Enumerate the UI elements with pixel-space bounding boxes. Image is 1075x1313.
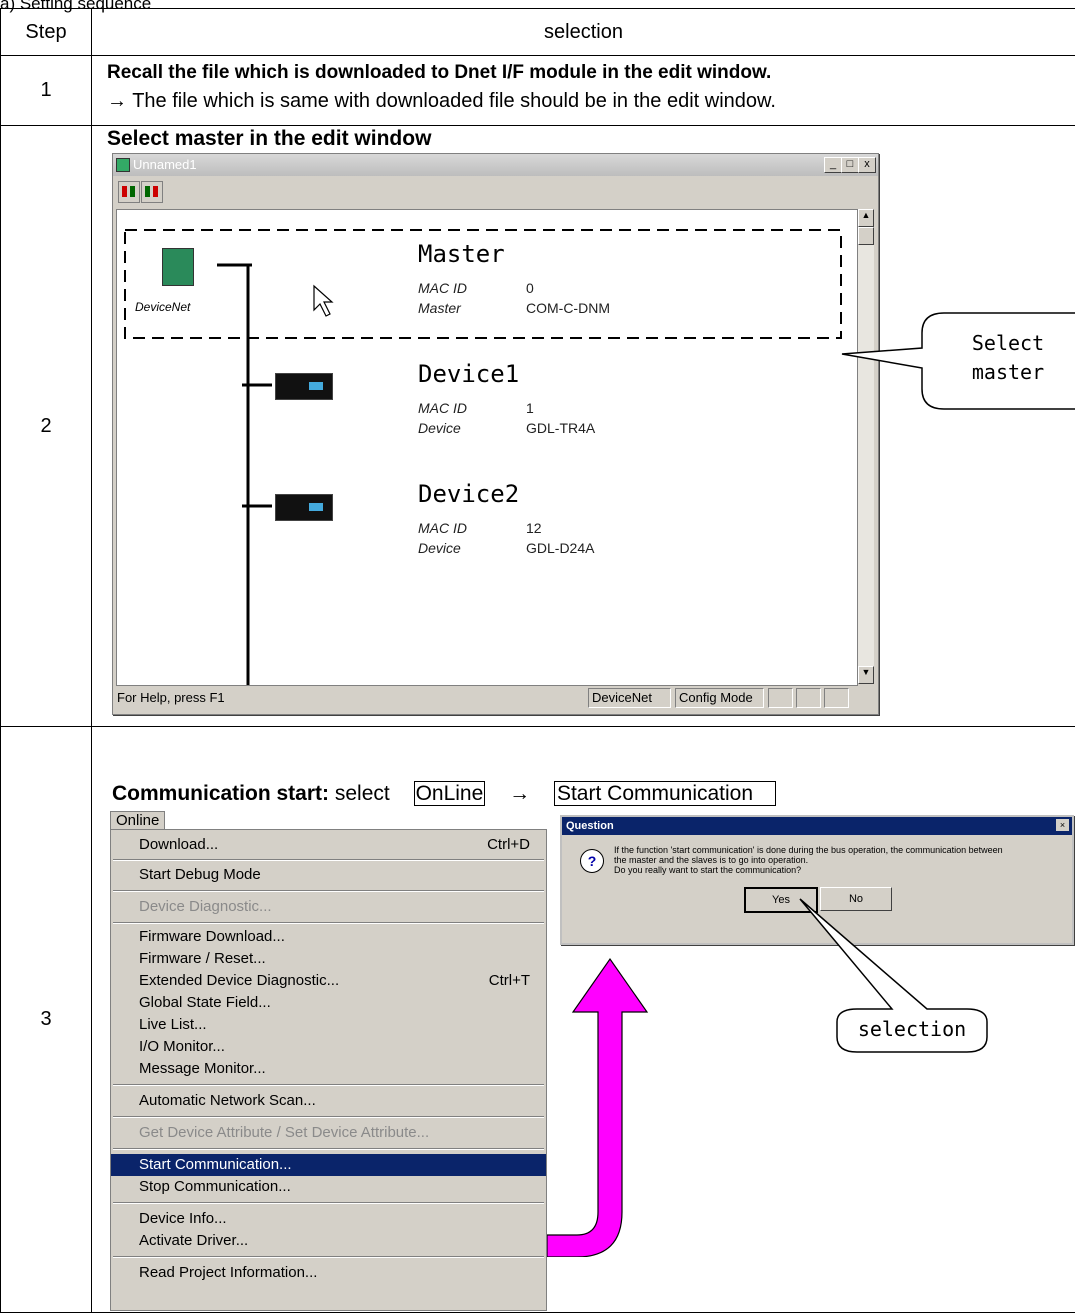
table-row: 3 Communication start: select OnLine → S…: [1, 727, 1075, 1313]
menu-item-start-communication[interactable]: Start Communication...: [111, 1154, 546, 1176]
toolbar-download-icon[interactable]: [141, 181, 163, 203]
device2-icon: [275, 494, 333, 521]
node-key: MAC ID: [418, 400, 467, 416]
status-pane: [796, 688, 821, 708]
menu-item-network-scan[interactable]: Automatic Network Scan...: [111, 1090, 546, 1112]
network-canvas[interactable]: DeviceNet Master MAC ID 0 Master COM-C-D…: [116, 209, 858, 686]
node-name: Master: [418, 240, 505, 268]
node-value: COM-C-DNM: [526, 300, 610, 316]
step2-title: Select master in the edit window: [107, 127, 431, 151]
step-number: 2: [1, 126, 92, 727]
minimize-button[interactable]: _: [824, 157, 842, 173]
scroll-up-icon[interactable]: ▲: [858, 209, 874, 227]
node-key: Device: [418, 420, 461, 436]
node-name: Device2: [418, 480, 519, 508]
node-value: GDL-TR4A: [526, 420, 595, 436]
menu-online-title[interactable]: Online: [110, 811, 165, 831]
node-value: 0: [526, 280, 534, 296]
config-window: Unnamed1 _ □ x: [112, 153, 879, 715]
step-number: 3: [1, 727, 92, 1313]
menu-item-io-monitor[interactable]: I/O Monitor...: [111, 1036, 546, 1058]
menu-item-debug[interactable]: Start Debug Mode: [111, 864, 546, 886]
menu-item-device-info[interactable]: Device Info...: [111, 1208, 546, 1230]
step-number: 1: [1, 56, 92, 126]
dialog-message: If the function 'start communication' is…: [614, 845, 1003, 875]
node-key: MAC ID: [418, 280, 467, 296]
arrow-glyph: →: [509, 782, 530, 805]
toolbar-upload-icon[interactable]: [118, 181, 140, 203]
menu-item-activate-driver[interactable]: Activate Driver...: [111, 1230, 546, 1252]
status-mode: Config Mode: [675, 688, 764, 708]
online-menu: Download...Ctrl+D Start Debug Mode Devic…: [110, 829, 547, 1311]
node-value: GDL-D24A: [526, 540, 594, 556]
app-icon: [116, 158, 130, 172]
table-row: 2 Select master in the edit window Unnam…: [1, 126, 1075, 727]
table-header: Step selection: [1, 9, 1075, 56]
menu-item-firmware-reset[interactable]: Firmware / Reset...: [111, 948, 546, 970]
step1-note: → The file which is same with downloaded…: [107, 90, 776, 113]
menu-item-firmware-download[interactable]: Firmware Download...: [111, 926, 546, 948]
close-button[interactable]: x: [858, 157, 876, 173]
node-key: MAC ID: [418, 520, 467, 536]
table-row: 1 Recall the file which is downloaded to…: [1, 56, 1075, 126]
menu-item-message-monitor[interactable]: Message Monitor...: [111, 1058, 546, 1080]
node-name: Device1: [418, 360, 519, 388]
dialog-titlebar: Question: [562, 817, 1072, 835]
devicenet-logo: DeviceNet: [135, 300, 190, 314]
dialog-close-icon[interactable]: ×: [1056, 819, 1069, 831]
node-key: Master: [418, 300, 461, 316]
status-help: For Help, press F1: [117, 690, 225, 705]
master-card-icon: [162, 248, 194, 286]
menu-item-device-attribute[interactable]: Get Device Attribute / Set Device Attrib…: [111, 1122, 546, 1144]
node-value: 1: [526, 400, 534, 416]
step1-instruction: Recall the file which is downloaded to D…: [107, 62, 771, 84]
bus-lines: [117, 210, 857, 685]
box-online: OnLine: [414, 781, 486, 806]
device1-icon: [275, 373, 333, 400]
question-icon: ?: [580, 849, 604, 873]
callout-master: Select master: [952, 329, 1064, 387]
menu-item-live-list[interactable]: Live List...: [111, 1014, 546, 1036]
menu-item-download[interactable]: Download...Ctrl+D: [111, 834, 546, 856]
box-start-communication: Start Communication: [554, 781, 776, 806]
menu-item-stop-communication[interactable]: Stop Communication...: [111, 1176, 546, 1198]
node-value: 12: [526, 520, 542, 536]
window-title: Unnamed1: [133, 157, 197, 172]
callout-selection: selection: [837, 1017, 987, 1041]
step3-title: Communication start: select OnLine → Sta…: [112, 782, 776, 806]
menu-item-read-project-info[interactable]: Read Project Information...: [111, 1262, 546, 1284]
menu-item-global-state[interactable]: Global State Field...: [111, 992, 546, 1014]
magenta-arrow-icon: [547, 957, 657, 1257]
status-pane: [768, 688, 793, 708]
window-titlebar: Unnamed1 _ □ x: [113, 154, 878, 176]
scroll-down-icon[interactable]: ▼: [858, 666, 874, 684]
steps-table: Step selection 1 Recall the file which i…: [0, 8, 1075, 1313]
vertical-scrollbar[interactable]: ▲ ▼: [857, 209, 874, 684]
maximize-button[interactable]: □: [841, 157, 859, 173]
scroll-thumb[interactable]: [858, 227, 874, 245]
menu-item-extended-diagnostic[interactable]: Extended Device Diagnostic...Ctrl+T: [111, 970, 546, 992]
menu-item-device-diagnostic[interactable]: Device Diagnostic...: [111, 896, 546, 918]
status-pane: [824, 688, 849, 708]
node-key: Device: [418, 540, 461, 556]
status-network: DeviceNet: [588, 688, 671, 708]
header-step: Step: [1, 9, 92, 56]
header-selection: selection: [92, 9, 1075, 56]
